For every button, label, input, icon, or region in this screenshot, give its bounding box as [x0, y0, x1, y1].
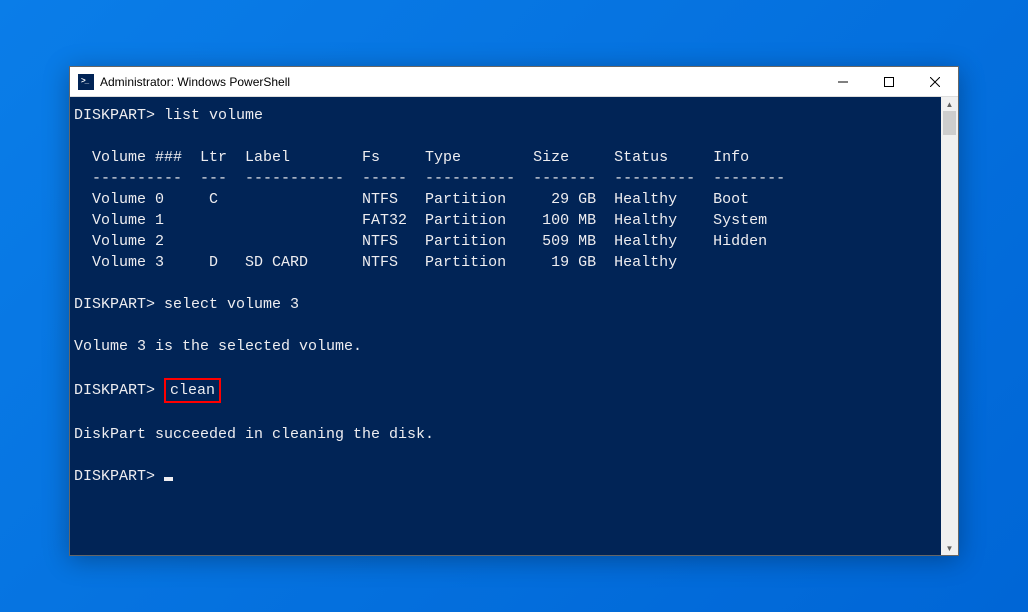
table-row: Volume 0 C NTFS Partition 29 GB Healthy …	[74, 191, 749, 208]
table-row: Volume 2 NTFS Partition 509 MB Healthy H…	[74, 233, 767, 250]
scroll-down-arrow[interactable]: ▼	[941, 541, 958, 555]
prompt: DISKPART>	[74, 107, 155, 124]
close-button[interactable]	[912, 67, 958, 96]
scroll-up-arrow[interactable]: ▲	[941, 97, 958, 111]
command-select-volume: select volume 3	[164, 296, 299, 313]
vertical-scrollbar[interactable]: ▲ ▼	[941, 97, 958, 555]
command-list-volume: list volume	[164, 107, 263, 124]
cursor	[164, 477, 173, 481]
powershell-window: Administrator: Windows PowerShell DISKPA…	[69, 66, 959, 556]
command-clean-highlighted: clean	[164, 378, 221, 403]
table-row: Volume 1 FAT32 Partition 100 MB Healthy …	[74, 212, 767, 229]
window-controls	[820, 67, 958, 96]
maximize-button[interactable]	[866, 67, 912, 96]
scrollbar-thumb[interactable]	[943, 111, 956, 135]
window-title: Administrator: Windows PowerShell	[100, 75, 820, 89]
table-row: Volume 3 D SD CARD NTFS Partition 19 GB …	[74, 254, 677, 271]
titlebar[interactable]: Administrator: Windows PowerShell	[70, 67, 958, 97]
prompt: DISKPART>	[74, 296, 155, 313]
terminal-output[interactable]: DISKPART> list volume Volume ### Ltr Lab…	[70, 97, 941, 555]
message-selected: Volume 3 is the selected volume.	[74, 338, 362, 355]
minimize-button[interactable]	[820, 67, 866, 96]
prompt: DISKPART>	[74, 468, 155, 485]
prompt: DISKPART>	[74, 382, 155, 399]
powershell-icon	[78, 74, 94, 90]
table-divider: ---------- --- ----------- ----- -------…	[74, 170, 785, 187]
table-header: Volume ### Ltr Label Fs Type Size Status…	[74, 149, 749, 166]
message-cleaned: DiskPart succeeded in cleaning the disk.	[74, 426, 434, 443]
terminal-area: DISKPART> list volume Volume ### Ltr Lab…	[70, 97, 958, 555]
